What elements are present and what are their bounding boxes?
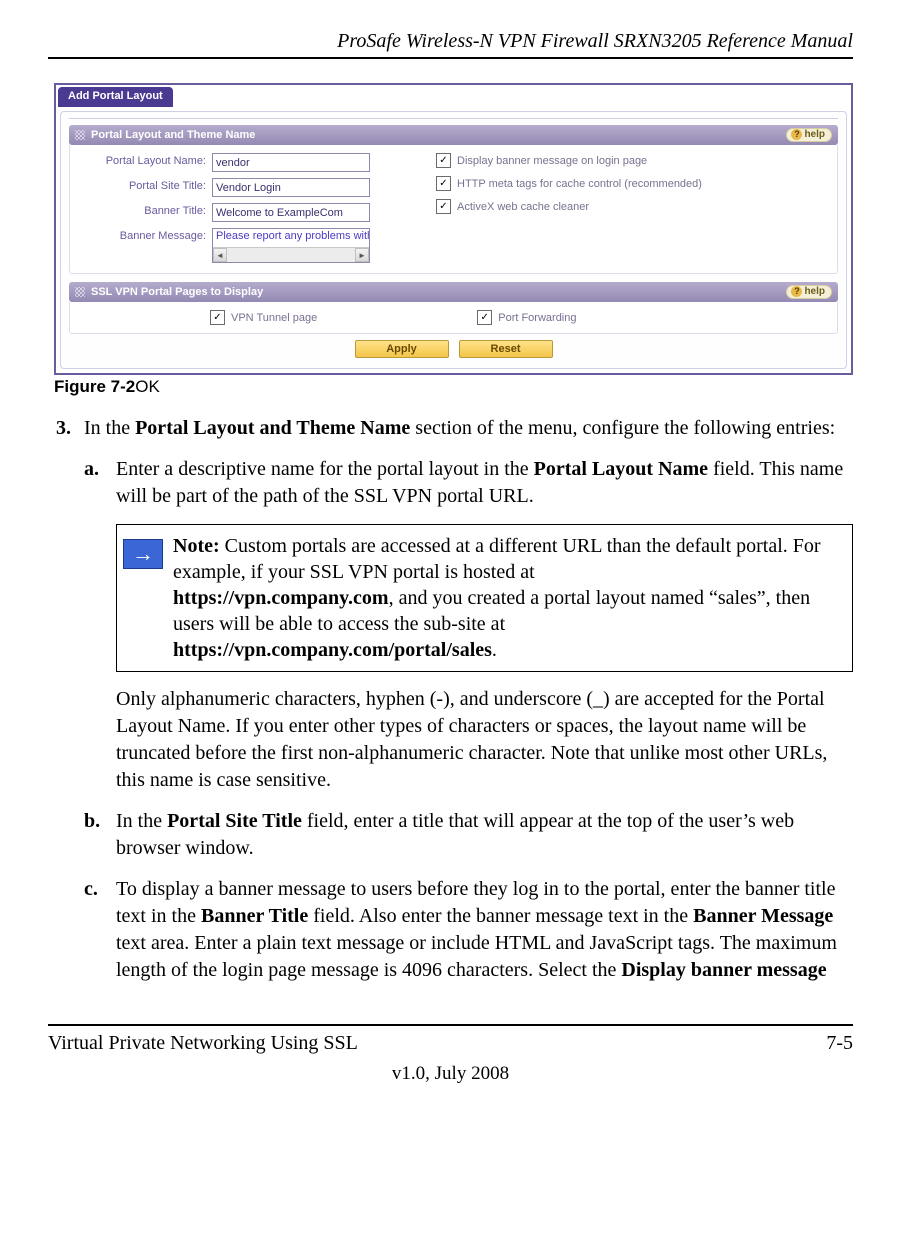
help-link-1[interactable]: ?help (786, 128, 832, 142)
input-portal-site-title[interactable] (212, 178, 370, 197)
checkbox-display-banner[interactable]: ✓ (436, 153, 451, 168)
checkbox-port-forwarding-label: Port Forwarding (498, 312, 576, 324)
help-icon: ? (791, 286, 802, 297)
checkbox-vpn-tunnel-label: VPN Tunnel page (231, 312, 317, 324)
checkbox-display-banner-label: Display banner message on login page (457, 155, 647, 167)
label-banner-title: Banner Title: (76, 203, 212, 217)
footer-page-number: 7-5 (826, 1032, 853, 1055)
screenshot-panel: Add Portal Layout Portal Layout and Them… (54, 83, 853, 375)
apply-button[interactable]: Apply (355, 340, 449, 358)
grip-icon (75, 287, 85, 297)
label-portal-layout-name: Portal Layout Name: (76, 153, 212, 167)
section2-title: SSL VPN Portal Pages to Display (91, 286, 263, 298)
label-banner-message: Banner Message: (76, 228, 212, 242)
step-3a-tail: Only alphanumeric characters, hyphen (-)… (116, 688, 827, 791)
step-3b: b. In the Portal Site Title field, enter… (116, 808, 853, 862)
step-3c: c. To display a banner message to users … (116, 876, 853, 984)
grip-icon (75, 130, 85, 140)
scroll-left-icon[interactable]: ◄ (213, 248, 227, 262)
header-rule (48, 57, 853, 59)
checkbox-port-forwarding[interactable]: ✓ (477, 310, 492, 325)
footer-version: v1.0, July 2008 (48, 1063, 853, 1085)
section1-title: Portal Layout and Theme Name (91, 129, 255, 141)
hscrollbar[interactable]: ◄ ► (213, 247, 369, 262)
footer-section: Virtual Private Networking Using SSL (48, 1032, 358, 1055)
checkbox-http-meta-label: HTTP meta tags for cache control (recomm… (457, 178, 702, 190)
scroll-right-icon[interactable]: ► (355, 248, 369, 262)
section-ssl-vpn-pages: SSL VPN Portal Pages to Display ?help (69, 282, 838, 302)
figure-caption: Figure 7-2OK (54, 377, 853, 397)
checkbox-vpn-tunnel[interactable]: ✓ (210, 310, 225, 325)
footer-rule (48, 1024, 853, 1026)
doc-header-title: ProSafe Wireless-N VPN Firewall SRXN3205… (48, 30, 853, 53)
input-portal-layout-name[interactable] (212, 153, 370, 172)
textarea-banner-message[interactable]: Please report any problems with ◄ ► (212, 228, 370, 263)
input-banner-title[interactable] (212, 203, 370, 222)
note-arrow-icon: → (123, 539, 163, 569)
section-portal-layout-theme: Portal Layout and Theme Name ?help (69, 125, 838, 145)
reset-button[interactable]: Reset (459, 340, 553, 358)
step-3: In the Portal Layout and Theme Name sect… (76, 415, 853, 984)
tab-add-portal-layout[interactable]: Add Portal Layout (58, 87, 173, 107)
help-link-2[interactable]: ?help (786, 285, 832, 299)
note-box: → Note: Custom portals are accessed at a… (116, 524, 853, 672)
step-3a: a. Enter a descriptive name for the port… (116, 456, 853, 794)
checkbox-activex-label: ActiveX web cache cleaner (457, 201, 589, 213)
checkbox-http-meta[interactable]: ✓ (436, 176, 451, 191)
help-icon: ? (791, 129, 802, 140)
checkbox-activex[interactable]: ✓ (436, 199, 451, 214)
label-portal-site-title: Portal Site Title: (76, 178, 212, 192)
